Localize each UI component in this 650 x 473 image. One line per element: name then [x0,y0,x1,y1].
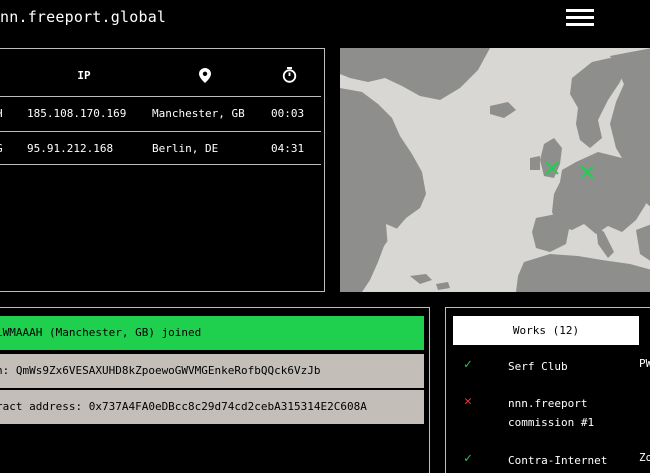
user-time: 04:31 [271,142,305,155]
x-marker-icon[interactable] [580,165,594,179]
user-ip: 185.108.170.169 [27,107,127,120]
work-name: nnn.freeport commission #1 [508,397,595,429]
feed-item-joined: iWMAAAH (Manchester, GB) joined [0,316,424,350]
feed-text: iWMAAAH (Manchester, GB) joined [0,326,202,339]
cross-icon: ✕ [464,394,472,409]
feed-text: h: QmWs9Zx6VESAXUHD8kZpoewoGWVMGEnkeRofb… [0,364,321,377]
check-icon: ✓ [464,451,472,466]
x-marker-icon[interactable] [545,161,559,175]
feed-item-hash: h: QmWs9Zx6VESAXUHD8kZpoewoGWVMGEnkeRofb… [0,354,424,388]
work-extra: Zo [639,451,650,464]
hamburger-menu-icon[interactable] [566,9,596,27]
table-row: G 95.91.212.168 Berlin, DE 04:31 [0,131,321,165]
feed-item-contract: ract address: 0x737A4FA0eDBcc8c29d74cd2c… [0,390,424,424]
work-extra: PW [639,357,650,370]
map-land-shapes [340,48,650,292]
stopwatch-icon [279,65,299,85]
work-name: Contra-Internet [508,454,608,467]
user-location: Manchester, GB [152,107,245,120]
map-pin-icon [195,65,215,85]
site-title[interactable]: nn.freeport.global [0,8,166,26]
user-flag: G [0,142,3,155]
user-location: Berlin, DE [152,142,219,155]
table-row: H 185.108.170.169 Manchester, GB 00:03 [0,96,321,130]
works-panel: Works (12) ✓ Serf Club PW ✕ nnn.freeport… [445,307,650,473]
user-time: 00:03 [271,107,305,120]
activity-feed: iWMAAAH (Manchester, GB) joined h: QmWs9… [0,307,430,473]
user-flag: H [0,107,3,120]
column-header-ip: IP [77,68,91,82]
connected-users-table: IP H 185.108.170.169 Manchester, GB 00:0… [0,48,325,292]
user-ip: 95.91.212.168 [27,142,114,155]
works-tab[interactable]: Works (12) [453,316,639,345]
check-icon: ✓ [464,357,472,372]
work-name: Serf Club [508,360,568,373]
feed-text: ract address: 0x737A4FA0eDBcc8c29d74cd2c… [0,400,367,413]
world-map[interactable] [340,48,650,292]
